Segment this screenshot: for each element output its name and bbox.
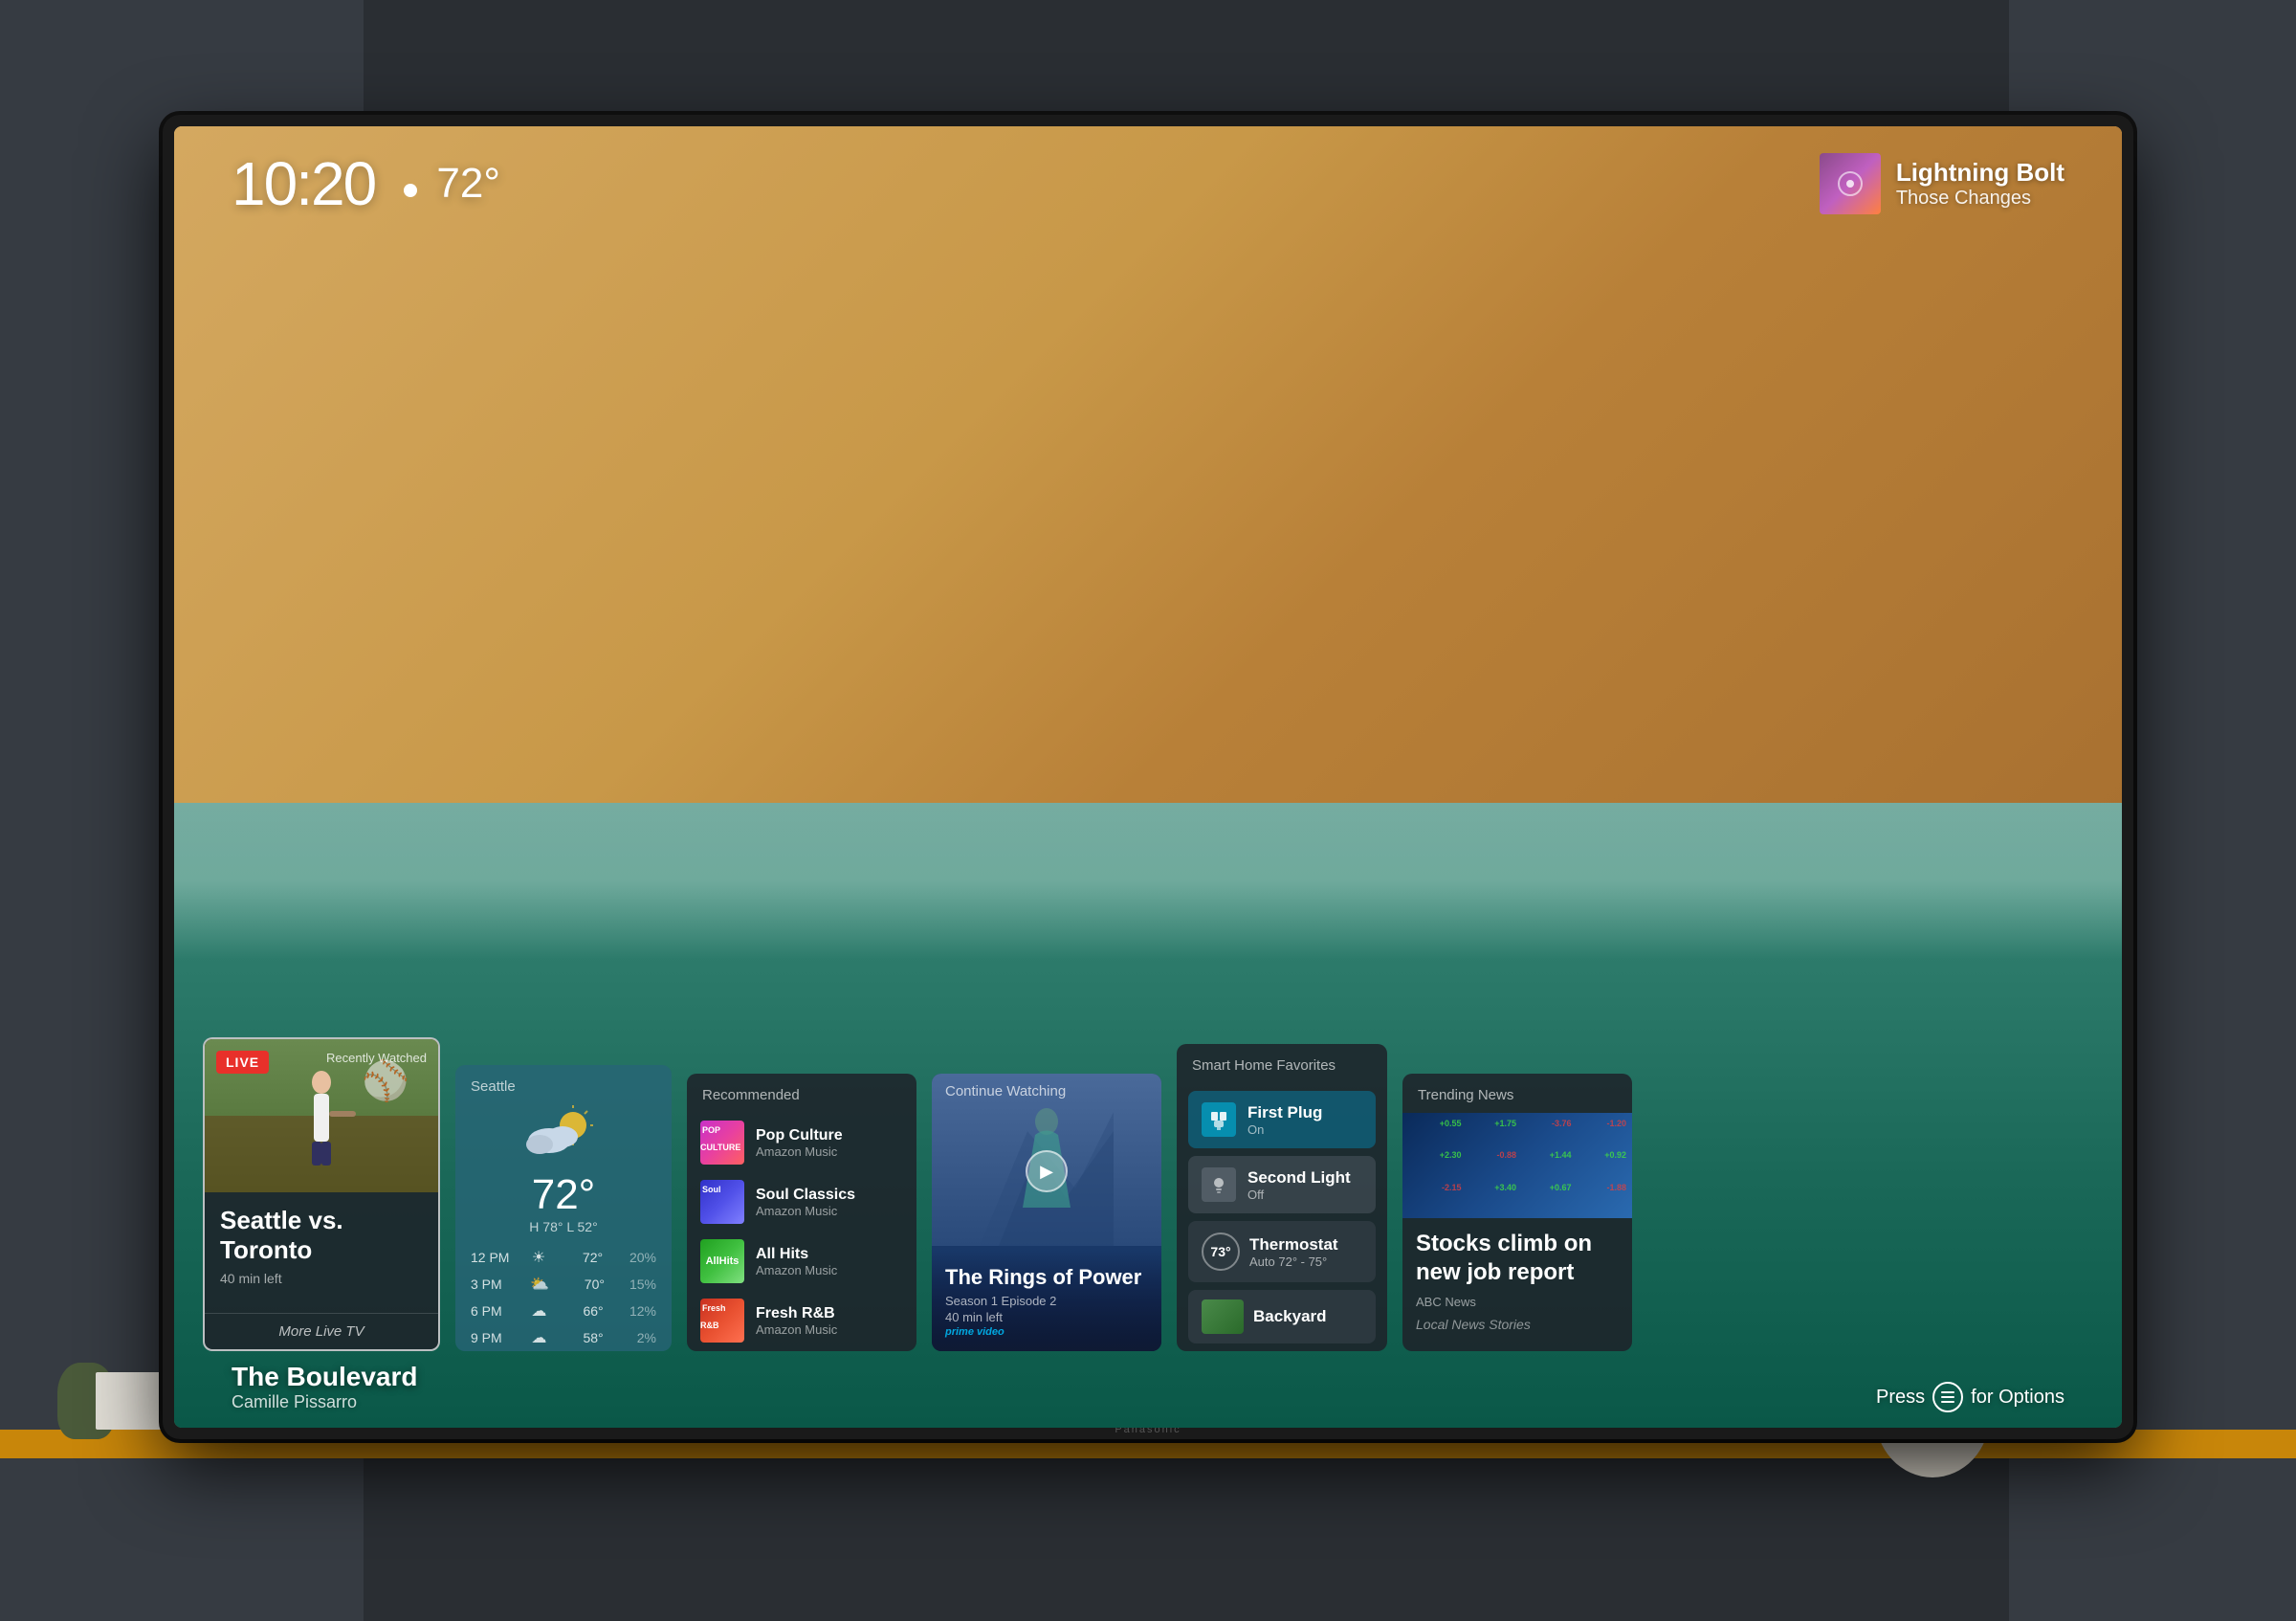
forecast-row-3: 9 PM ☁ 58° 2% bbox=[455, 1324, 672, 1351]
first-plug-device[interactable]: First Plug On bbox=[1188, 1091, 1376, 1148]
tv-screen: 10:20 72° bbox=[174, 126, 2122, 1428]
artwork-info: The Boulevard Camille Pissarro bbox=[232, 1362, 417, 1412]
menu-icon bbox=[1932, 1382, 1963, 1412]
music-item-allhits[interactable]: AllHits All Hits Amazon Music bbox=[687, 1232, 916, 1291]
books-decoration bbox=[96, 1372, 172, 1430]
freshrb-info: Fresh R&B Amazon Music bbox=[756, 1305, 837, 1337]
card-recently-watched[interactable]: LIVE Recently Watched Seattle vs. Toront… bbox=[203, 1037, 440, 1351]
thermostat-temp-circle: 73° bbox=[1202, 1232, 1240, 1271]
play-button[interactable]: ▶ bbox=[1026, 1150, 1068, 1192]
thermostat-device[interactable]: 73° Thermostat Auto 72° - 75° bbox=[1188, 1221, 1376, 1282]
episode-info: Season 1 Episode 2 bbox=[945, 1294, 1148, 1308]
news-thumbnail: +0.55 +1.75 -3.76 -1.20 +2.30 -0.88 +1.4… bbox=[1402, 1113, 1632, 1218]
temperature-display: 72° bbox=[404, 160, 500, 208]
song-title: Lightning Bolt bbox=[1896, 158, 2064, 188]
prime-video-logo: prime video bbox=[945, 1326, 1148, 1338]
continue-watching-label: Continue Watching bbox=[945, 1083, 1066, 1099]
show-title: The Rings of Power bbox=[945, 1265, 1148, 1290]
time-remaining-continue: 40 min left bbox=[945, 1310, 1148, 1324]
news-headline: Stocks climb on new job report bbox=[1416, 1230, 1619, 1287]
game-title: Seattle vs. Toronto bbox=[220, 1206, 423, 1265]
card-smart-home[interactable]: Smart Home Favorites bbox=[1177, 1044, 1387, 1351]
forecast-row-2: 6 PM ☁ 66° 12% bbox=[455, 1298, 672, 1324]
news-source: ABC News bbox=[1416, 1295, 1619, 1309]
allhits-info: All Hits Amazon Music bbox=[756, 1246, 837, 1277]
clock-display: 10:20 bbox=[232, 148, 375, 219]
wall-panel-top bbox=[364, 0, 2009, 124]
time-remaining: 40 min left bbox=[220, 1271, 423, 1286]
now-playing-widget[interactable]: Lightning Bolt Those Changes bbox=[1820, 153, 2064, 214]
room: Panasonic 10:20 72° bbox=[0, 0, 2296, 1621]
second-light-status: Off bbox=[1247, 1188, 1351, 1202]
weather-temp-display: 72° bbox=[455, 1171, 672, 1219]
second-light-name: Second Light bbox=[1247, 1168, 1351, 1188]
now-playing-info: Lightning Bolt Those Changes bbox=[1896, 158, 2064, 210]
soul-thumbnail: Soul bbox=[700, 1180, 744, 1224]
continue-watching-body: The Rings of Power Season 1 Episode 2 40… bbox=[932, 1252, 1161, 1351]
artwork-artist: Camille Pissarro bbox=[232, 1392, 417, 1412]
smart-home-label: Smart Home Favorites bbox=[1177, 1044, 1387, 1083]
screen-bottom-bar: The Boulevard Camille Pissarro Press for… bbox=[232, 1362, 2064, 1412]
live-badge: LIVE bbox=[216, 1051, 269, 1074]
thermostat-setting: Auto 72° - 75° bbox=[1249, 1255, 1338, 1269]
music-item-soul[interactable]: Soul Soul Classics Amazon Music bbox=[687, 1172, 916, 1232]
time-weather-widget: 10:20 72° bbox=[232, 148, 500, 219]
backyard-name: Backyard bbox=[1253, 1307, 1327, 1326]
backyard-camera-device[interactable]: Backyard bbox=[1188, 1290, 1376, 1343]
freshrb-thumbnail: Fresh R&B bbox=[700, 1299, 744, 1343]
weather-location: Seattle bbox=[455, 1065, 672, 1095]
screen-header: 10:20 72° bbox=[174, 126, 2122, 241]
trending-news-label: Trending News bbox=[1402, 1074, 1632, 1113]
thermostat-name: Thermostat bbox=[1249, 1235, 1338, 1255]
sport-thumbnail: LIVE Recently Watched bbox=[205, 1039, 438, 1192]
card-weather[interactable]: Seattle bbox=[455, 1065, 672, 1351]
stock-ticker-display: +0.55 +1.75 -3.76 -1.20 +2.30 -0.88 +1.4… bbox=[1402, 1113, 1632, 1218]
music-item-freshrb[interactable]: Fresh R&B Fresh R&B Amazon Music bbox=[687, 1291, 916, 1350]
artwork-title: The Boulevard bbox=[232, 1362, 417, 1392]
weather-dot-icon bbox=[404, 184, 417, 197]
recommended-label: Recommended bbox=[687, 1074, 916, 1113]
popculture-info: Pop Culture Amazon Music bbox=[756, 1127, 843, 1159]
popculture-thumbnail: POP CULTURE bbox=[700, 1121, 744, 1165]
soul-info: Soul Classics Amazon Music bbox=[756, 1187, 855, 1218]
tv-frame: Panasonic 10:20 72° bbox=[163, 115, 2133, 1439]
options-hint: Press for Options bbox=[1876, 1382, 2064, 1412]
card-recommended[interactable]: Recommended POP CULTURE Pop Culture Amaz… bbox=[687, 1074, 916, 1351]
more-live-tv-link[interactable]: More Live TV bbox=[205, 1313, 438, 1349]
wave-foam bbox=[174, 803, 2122, 959]
cards-row: LIVE Recently Watched Seattle vs. Toront… bbox=[203, 1037, 2093, 1351]
forecast-row-1: 3 PM ⛅ 70° 15% bbox=[455, 1271, 672, 1298]
backyard-thumbnail bbox=[1202, 1299, 1244, 1334]
music-item-popculture[interactable]: POP CULTURE Pop Culture Amazon Music bbox=[687, 1113, 916, 1172]
forecast-row-0: 12 PM ☀ 72° 20% bbox=[455, 1244, 672, 1271]
weather-icon-area bbox=[455, 1095, 672, 1171]
card-trending-news[interactable]: Trending News +0.55 +1.75 -3.76 -1.20 +2… bbox=[1402, 1074, 1632, 1351]
plug-icon bbox=[1202, 1102, 1236, 1137]
first-plug-name: First Plug bbox=[1247, 1103, 1322, 1122]
recently-watched-body: Seattle vs. Toronto 40 min left bbox=[205, 1192, 438, 1313]
first-plug-status: On bbox=[1247, 1122, 1322, 1137]
light-icon bbox=[1202, 1167, 1236, 1202]
local-news-link[interactable]: Local News Stories bbox=[1416, 1317, 1619, 1332]
song-artist: Those Changes bbox=[1896, 188, 2064, 210]
album-art-thumbnail bbox=[1820, 153, 1881, 214]
screen-background: 10:20 72° bbox=[174, 126, 2122, 1428]
card-continue-watching[interactable]: Continue Watching ▶ The Rings of Power S… bbox=[932, 1074, 1161, 1351]
allhits-thumbnail: AllHits bbox=[700, 1239, 744, 1283]
weather-hi-lo: H 78° L 52° bbox=[455, 1219, 672, 1234]
news-body: Stocks climb on new job report ABC News … bbox=[1402, 1218, 1632, 1343]
second-light-device[interactable]: Second Light Off bbox=[1188, 1156, 1376, 1213]
